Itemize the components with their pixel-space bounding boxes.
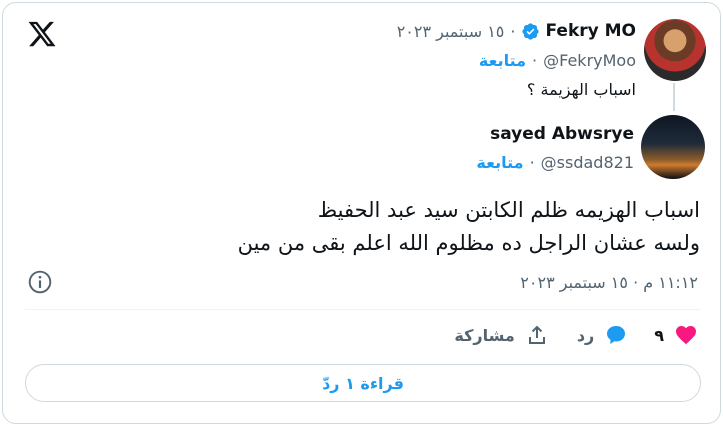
main-author-name[interactable]: sayed Abwsrye <box>490 124 634 144</box>
x-logo-icon[interactable] <box>27 19 57 49</box>
parent-author-name[interactable]: Fekry MO <box>545 21 636 41</box>
parent-handle[interactable]: @FekryMoo <box>543 51 636 70</box>
info-icon[interactable] <box>27 269 53 295</box>
avatar-fekry[interactable] <box>644 19 706 81</box>
reply-bubble-icon[interactable] <box>604 323 628 347</box>
reply-action[interactable]: رد <box>577 323 628 347</box>
read-replies-label: قراءة ١ ردّ <box>322 373 404 393</box>
follow-button-parent[interactable]: متابعة <box>479 51 526 70</box>
main-tweet-body: اسباب الهزيمه ظلم الكابتن سيد عبد الحفيظ… <box>100 194 700 260</box>
reply-label: رد <box>576 325 595 345</box>
separator-dot: · <box>529 153 535 172</box>
parent-handle-row: @FekryMoo · متابعة <box>479 51 636 70</box>
main-handle-row: @ssdad821 · متابعة <box>476 153 634 172</box>
tweet-timestamp[interactable]: ١١:١٢ م · ١٥ سبتمبر ٢٠٢٣ <box>520 273 698 292</box>
share-action[interactable]: مشاركة <box>454 323 548 347</box>
avatar-sayed[interactable] <box>641 115 705 179</box>
heart-icon[interactable] <box>674 323 698 347</box>
tweet-text-line: ولسه عشان الراجل ده مظلوم الله اعلم بقى … <box>237 231 700 255</box>
share-label: مشاركة <box>454 325 515 345</box>
divider <box>25 309 701 310</box>
separator-dot: · <box>532 51 538 70</box>
thread-connector-line <box>673 83 675 111</box>
share-upload-icon[interactable] <box>525 323 549 347</box>
main-handle[interactable]: @ssdad821 <box>541 153 634 172</box>
tweet-text-line: اسباب الهزيمه ظلم الكابتن سيد عبد الحفيظ <box>317 198 700 222</box>
separator-dot: · <box>510 21 516 41</box>
tweet-embed-card: Fekry MO · ١٥ سبتمبر ٢٠٢٣ @FekryMoo · مت… <box>2 2 721 424</box>
follow-button-main[interactable]: متابعة <box>476 153 523 172</box>
parent-header-row: Fekry MO · ١٥ سبتمبر ٢٠٢٣ <box>397 21 636 41</box>
action-bar: ٩ رد مشاركة <box>454 323 698 347</box>
like-action[interactable]: ٩ <box>654 323 698 347</box>
verified-badge-icon <box>521 22 540 41</box>
like-count: ٩ <box>654 325 664 345</box>
read-replies-button[interactable]: قراءة ١ ردّ <box>25 364 701 402</box>
parent-tweet-text: اسباب الهزيمة ؟ <box>526 80 636 99</box>
parent-date[interactable]: ١٥ سبتمبر ٢٠٢٣ <box>397 22 505 41</box>
